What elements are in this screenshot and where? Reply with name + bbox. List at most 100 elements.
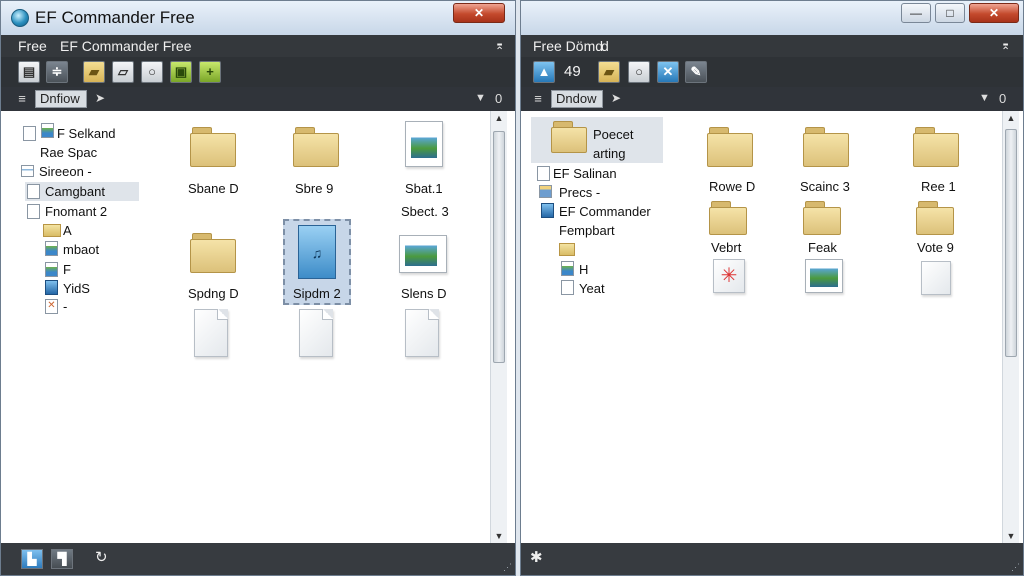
refresh-icon[interactable]: ↻ bbox=[95, 548, 108, 566]
document-icon[interactable] bbox=[194, 309, 228, 357]
cross-icon[interactable]: ✕ bbox=[657, 61, 679, 83]
file-label[interactable]: Sbre 9 bbox=[295, 181, 333, 196]
forward-arrow-icon[interactable]: ➤ bbox=[95, 91, 105, 105]
tree-item[interactable]: - bbox=[63, 299, 67, 314]
minimize-button[interactable]: — bbox=[901, 3, 931, 23]
file-label[interactable]: Vebrt bbox=[711, 240, 741, 255]
settings-icon[interactable]: ✱ bbox=[530, 548, 543, 566]
close-button[interactable]: ✕ bbox=[969, 3, 1019, 23]
file-label[interactable]: Feak bbox=[808, 240, 837, 255]
new-file-icon[interactable]: ▤ bbox=[18, 61, 40, 83]
tree-item[interactable]: Sireeon - bbox=[39, 164, 92, 179]
file-label[interactable]: Sbane D bbox=[188, 181, 239, 196]
tree-item[interactable]: F bbox=[63, 262, 71, 277]
folder-open-icon[interactable]: ▰ bbox=[83, 61, 105, 83]
tools-icon[interactable]: ✎ bbox=[685, 61, 707, 83]
tree-item[interactable]: EF Commander bbox=[559, 204, 651, 219]
vertical-scrollbar[interactable]: ▲ ▼ bbox=[1002, 111, 1019, 543]
tree-item[interactable]: F Selkand bbox=[57, 126, 116, 141]
file-label[interactable]: Scainc 3 bbox=[800, 179, 850, 194]
dropdown-icon[interactable]: ▼ bbox=[979, 92, 990, 104]
scroll-thumb[interactable] bbox=[1005, 129, 1017, 357]
folder-icon[interactable] bbox=[803, 201, 841, 235]
tree-item[interactable]: mbaot bbox=[63, 242, 99, 257]
tree-item[interactable]: arting bbox=[593, 146, 626, 161]
menu-free[interactable]: Free bbox=[18, 38, 47, 54]
bookmark-icon[interactable]: ▜ bbox=[51, 549, 73, 569]
folder-open-icon[interactable]: ▰ bbox=[598, 61, 620, 83]
blue-document-icon bbox=[541, 203, 554, 218]
folder-icon[interactable] bbox=[709, 201, 747, 235]
file-label[interactable]: Sbat.1 bbox=[405, 181, 443, 196]
tree-item[interactable]: EF Salinan bbox=[553, 166, 617, 181]
resize-grip-icon[interactable]: ⋰ bbox=[1011, 562, 1020, 573]
folder-icon[interactable] bbox=[803, 127, 849, 167]
tree-item[interactable]: Precs - bbox=[559, 185, 600, 200]
file-label[interactable]: Rowe D bbox=[709, 179, 755, 194]
right-title-bar[interactable]: — □ ✕ bbox=[521, 1, 1023, 36]
image-file-icon[interactable] bbox=[405, 121, 443, 167]
search-icon[interactable]: ○ bbox=[141, 61, 163, 83]
folder-icon[interactable] bbox=[293, 127, 339, 167]
left-toolbar: ▤ ≑ ▰ ▱ ○ ▣ + bbox=[1, 57, 515, 87]
menu-free-domd[interactable]: Free Dömd bbox=[533, 38, 603, 54]
image-file-icon[interactable] bbox=[805, 259, 843, 293]
document-icon[interactable] bbox=[405, 309, 439, 357]
upload-icon[interactable]: ▲ bbox=[533, 61, 555, 83]
close-button[interactable]: ✕ bbox=[453, 3, 505, 23]
tree-item[interactable]: A bbox=[63, 223, 72, 238]
menu-lines-icon[interactable]: ≡ bbox=[13, 90, 31, 108]
menu-d[interactable]: d bbox=[601, 38, 609, 54]
scroll-down-icon[interactable]: ▼ bbox=[1003, 529, 1019, 543]
tree-item[interactable]: YidS bbox=[63, 281, 90, 296]
dropdown-icon[interactable]: ▼ bbox=[475, 92, 486, 104]
path-crumb[interactable]: Dndow bbox=[551, 90, 603, 108]
file-label[interactable]: Vote 9 bbox=[917, 240, 954, 255]
tree-item[interactable]: Fnomant 2 bbox=[45, 204, 107, 219]
left-title-bar[interactable]: EF Commander Free ✕ bbox=[1, 1, 515, 36]
vertical-scrollbar[interactable]: ▲ ▼ bbox=[490, 111, 507, 543]
blue-document-icon[interactable]: ♫ bbox=[298, 225, 336, 279]
tree-item[interactable]: Fempbart bbox=[559, 223, 615, 238]
file-label[interactable]: Slens D bbox=[401, 286, 447, 301]
image-icon[interactable]: ▣ bbox=[170, 61, 192, 83]
scroll-down-icon[interactable]: ▼ bbox=[491, 529, 507, 543]
tree-item[interactable]: Yeat bbox=[579, 281, 605, 296]
add-icon[interactable]: + bbox=[199, 61, 221, 83]
list-icon bbox=[539, 185, 552, 198]
tree-item[interactable]: Camgbant bbox=[45, 184, 105, 199]
file-label[interactable]: Spdng D bbox=[188, 286, 239, 301]
scroll-up-icon[interactable]: ▲ bbox=[1003, 111, 1019, 125]
document-icon[interactable] bbox=[299, 309, 333, 357]
left-status-bar: ▙ ▜ ↻ ⋰ bbox=[1, 543, 515, 575]
folder-icon[interactable] bbox=[913, 127, 959, 167]
file-label[interactable]: Sbect. 3 bbox=[401, 204, 449, 219]
search-icon[interactable]: ○ bbox=[628, 61, 650, 83]
scroll-up-icon[interactable]: ▲ bbox=[491, 111, 507, 125]
folder-icon[interactable] bbox=[707, 127, 753, 167]
folder-icon[interactable] bbox=[190, 233, 236, 273]
folder-icon[interactable]: ▱ bbox=[112, 61, 134, 83]
resize-grip-icon[interactable]: ⋰ bbox=[503, 562, 512, 573]
pinned-document-icon[interactable]: ✳ bbox=[713, 259, 745, 293]
right-toolbar: ▲ 49 ▰ ○ ✕ ✎ bbox=[521, 57, 1023, 87]
tree-item[interactable]: Poecet bbox=[593, 127, 633, 142]
file-label[interactable]: Ree 1 bbox=[921, 179, 956, 194]
image-file-icon[interactable] bbox=[399, 235, 447, 273]
forward-arrow-icon[interactable]: ➤ bbox=[611, 91, 621, 105]
menu-ef-commander-free[interactable]: EF Commander Free bbox=[60, 38, 191, 54]
panel-icon[interactable]: ▙ bbox=[21, 549, 43, 569]
document-icon[interactable] bbox=[921, 261, 951, 295]
tree-item[interactable]: Rae Spac bbox=[40, 145, 97, 160]
pin-icon[interactable]: ⌆ bbox=[1001, 39, 1010, 52]
tree-item[interactable]: H bbox=[579, 262, 588, 277]
menu-lines-icon[interactable]: ≡ bbox=[529, 90, 547, 108]
folder-icon[interactable] bbox=[190, 127, 236, 167]
properties-icon[interactable]: ≑ bbox=[46, 61, 68, 83]
maximize-button[interactable]: □ bbox=[935, 3, 965, 23]
folder-icon[interactable] bbox=[916, 201, 954, 235]
path-crumb[interactable]: Dnfiow bbox=[35, 90, 87, 108]
scroll-thumb[interactable] bbox=[493, 131, 505, 363]
file-label[interactable]: Sipdm 2 bbox=[293, 286, 341, 301]
pin-icon[interactable]: ⌆ bbox=[495, 39, 504, 52]
